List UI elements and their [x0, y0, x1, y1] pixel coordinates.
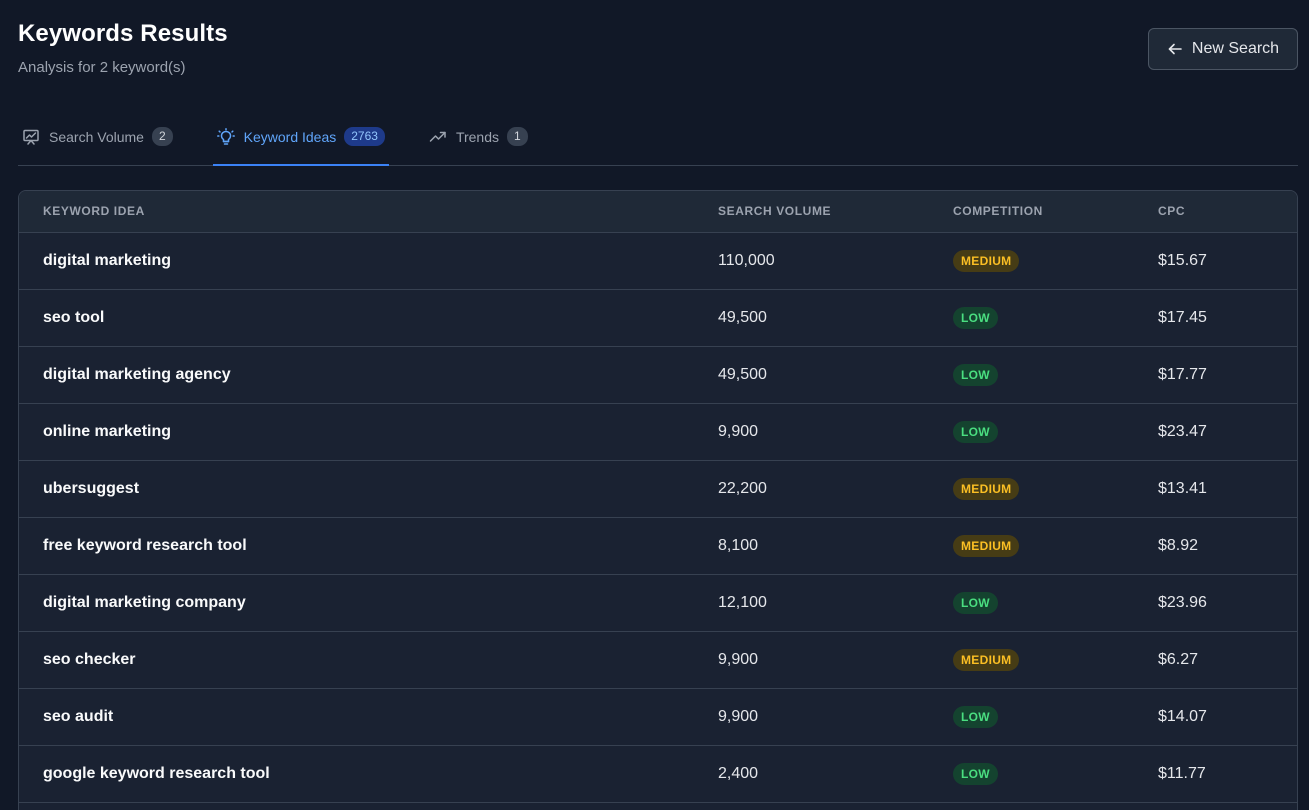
cpc-cell: $23.47	[1134, 403, 1297, 461]
competition-badge: LOW	[953, 762, 998, 785]
search-volume-cell: 8,100	[694, 517, 929, 575]
keyword-cell: digital marketing	[19, 232, 694, 290]
competition-cell: MEDIUM	[929, 631, 1134, 689]
cpc-cell: $17.77	[1134, 346, 1297, 404]
chart-icon	[22, 128, 40, 146]
keyword-cell: seo audit	[19, 688, 694, 746]
new-search-button[interactable]: New Search	[1148, 28, 1298, 70]
cpc-cell: $8.92	[1134, 517, 1297, 575]
cpc-cell: $6.27	[1134, 631, 1297, 689]
tab-label: Trends	[455, 128, 500, 145]
competition-badge: MEDIUM	[953, 249, 1020, 272]
page-header: Keywords Results Analysis for 2 keyword(…	[18, 0, 1298, 100]
competition-cell: MEDIUM	[929, 460, 1134, 518]
table-row[interactable]: google keyword research tool 2,400 LOW $11.…	[19, 745, 1297, 803]
competition-cell: LOW	[929, 346, 1134, 404]
keyword-cell: digital marketing agency	[19, 346, 694, 404]
keywords-results-page: Keywords Results Analysis for 2 keyword(…	[0, 0, 1309, 810]
search-volume-cell: 12,100	[694, 574, 929, 632]
search-volume-cell: 22,200	[694, 460, 929, 518]
page-subtitle: Analysis for 2 keyword(s)	[18, 59, 186, 76]
column-header-search-volume[interactable]: SEARCH VOLUME	[694, 191, 929, 233]
keyword-cell: free keyword research tool	[19, 517, 694, 575]
cpc-cell: $14.07	[1134, 688, 1297, 746]
table-row[interactable]: online marketing 9,900 LOW $23.47	[19, 403, 1297, 461]
competition-cell: LOW	[929, 289, 1134, 347]
table-header-row: KEYWORD IDEA SEARCH VOLUME COMPETITION C…	[19, 191, 1297, 233]
cpc-cell: $11.77	[1134, 745, 1297, 803]
tab-trends[interactable]: Trends 1	[425, 108, 532, 165]
search-volume-cell: 2,400	[694, 745, 929, 803]
competition-cell: MEDIUM	[929, 232, 1134, 290]
keyword-cell: ubersuggest	[19, 460, 694, 518]
arrow-left-icon	[1167, 41, 1183, 57]
competition-cell: MEDIUM	[929, 517, 1134, 575]
keyword-cell: seo tool	[19, 289, 694, 347]
page-title: Keywords Results	[18, 20, 228, 47]
table-row[interactable]: digital marketing 110,000 MEDIUM $15.67	[19, 232, 1297, 290]
keyword-cell: google keyword research tool	[19, 745, 694, 803]
tab-keyword-ideas[interactable]: Keyword Ideas 2763	[212, 109, 389, 166]
column-header-keyword[interactable]: KEYWORD IDEA	[19, 191, 694, 233]
competition-badge: LOW	[953, 306, 998, 329]
competition-cell: LOW	[929, 403, 1134, 461]
new-search-label: New Search	[1191, 40, 1280, 57]
tab-search-volume[interactable]: Search Volume 2	[18, 108, 177, 165]
competition-badge: MEDIUM	[953, 534, 1020, 557]
table-row[interactable]: free keyword research tool 8,100 MEDIUM $8.…	[19, 517, 1297, 575]
table-row[interactable]: seo checker 9,900 MEDIUM $6.27	[19, 631, 1297, 689]
keyword-cell: digital marketing company	[19, 574, 694, 632]
search-volume-cell: 49,500	[694, 289, 929, 347]
table-row[interactable]: digital marketing agency 49,500 LOW $17.77	[19, 346, 1297, 404]
table-body: digital marketing 110,000 MEDIUM $15.67 seo …	[19, 232, 1297, 803]
cpc-cell: $15.67	[1134, 232, 1297, 290]
competition-badge: LOW	[953, 420, 998, 443]
competition-badge: LOW	[953, 591, 998, 614]
competition-badge: LOW	[953, 363, 998, 386]
tab-count-badge: 1	[507, 127, 528, 146]
tab-count-badge: 2	[151, 127, 173, 146]
competition-badge: LOW	[953, 705, 998, 728]
cpc-cell: $13.41	[1134, 460, 1297, 518]
tab-count-badge: 2763	[344, 127, 385, 146]
competition-cell: LOW	[929, 574, 1134, 632]
search-volume-cell: 9,900	[694, 688, 929, 746]
keyword-cell: online marketing	[19, 403, 694, 461]
keyword-ideas-table: KEYWORD IDEA SEARCH VOLUME COMPETITION C…	[18, 190, 1298, 810]
competition-cell: LOW	[929, 745, 1134, 803]
keyword-cell: seo checker	[19, 631, 694, 689]
search-volume-cell: 110,000	[694, 232, 929, 290]
cpc-cell: $23.96	[1134, 574, 1297, 632]
table-row[interactable]: digital marketing company 12,100 LOW $23.96	[19, 574, 1297, 632]
tab-label: Keyword Ideas	[243, 128, 337, 145]
search-volume-cell: 9,900	[694, 403, 929, 461]
column-header-cpc[interactable]: CPC	[1134, 191, 1297, 233]
table-row[interactable]: seo tool 49,500 LOW $17.45	[19, 289, 1297, 347]
trending-up-icon	[429, 128, 447, 146]
tab-bar: Search Volume 2 Keyword Ideas 2763 Trend…	[18, 100, 1298, 166]
competition-cell: LOW	[929, 688, 1134, 746]
cpc-cell: $17.45	[1134, 289, 1297, 347]
tab-label: Search Volume	[49, 128, 144, 145]
competition-badge: MEDIUM	[953, 477, 1020, 500]
competition-badge: MEDIUM	[953, 648, 1020, 671]
table-row[interactable]: ubersuggest 22,200 MEDIUM $13.41	[19, 460, 1297, 518]
table-row[interactable]: seo audit 9,900 LOW $14.07	[19, 688, 1297, 746]
lightbulb-icon	[216, 127, 235, 146]
search-volume-cell: 49,500	[694, 346, 929, 404]
search-volume-cell: 9,900	[694, 631, 929, 689]
column-header-competition[interactable]: COMPETITION	[929, 191, 1134, 233]
